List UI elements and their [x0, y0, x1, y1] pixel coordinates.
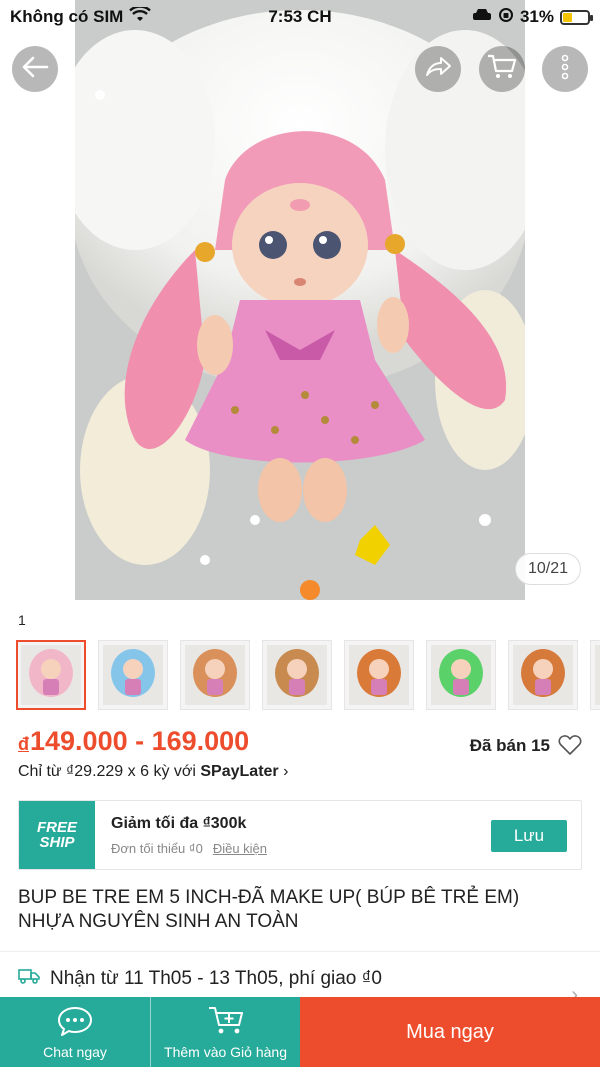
status-bar: Không có SIM 7:53 CH 31%: [0, 0, 600, 34]
chat-bubble-icon: [56, 1005, 94, 1040]
thumbnail-image: [431, 645, 491, 705]
selected-variant-number: 1: [18, 612, 26, 628]
paylater-prefix: Chỉ từ ₫29.229 x 6 kỳ với: [18, 763, 201, 780]
battery-icon: [560, 9, 593, 25]
thumbnail-image: [103, 645, 163, 705]
more-vertical-icon: [560, 54, 570, 85]
doll-illustration: [75, 0, 525, 600]
carrier-label: Không có SIM: [10, 7, 124, 26]
rotation-lock-icon: [498, 7, 514, 28]
add-to-cart-label: Thêm vào Giỏ hàng: [164, 1043, 287, 1060]
product-thumbnail[interactable]: [180, 640, 250, 710]
shipping-text: Nhận từ 11 Th05 - 13 Th05, phí giao ₫0: [50, 968, 382, 989]
chevron-right-icon: ›: [283, 763, 289, 780]
voucher-min-order: Đơn tối thiểu ₫0: [111, 841, 203, 856]
product-thumbnail[interactable]: [16, 640, 86, 710]
freeship-voucher: FREE SHIP Giảm tối đa ₫300k Đơn tối thiể…: [15, 800, 582, 870]
thumbnail-image: [185, 645, 245, 705]
chat-now-label: Chat ngay: [43, 1043, 107, 1060]
arrow-left-icon: [21, 55, 49, 84]
cart-icon: [487, 54, 517, 85]
thumbnail-image: [21, 645, 81, 705]
product-thumbnail[interactable]: [98, 640, 168, 710]
sold-count: Đã bán 15: [469, 736, 550, 755]
freeship-badge: FREE SHIP: [15, 801, 95, 869]
thumbnail-strip[interactable]: [16, 640, 600, 710]
shipping-info[interactable]: Nhận từ 11 Th05 - 13 Th05, phí giao ₫0: [18, 968, 382, 990]
thumbnail-image: [595, 645, 600, 705]
bottom-action-bar: Chat ngay Thêm vào Giỏ hàng Mua ngay: [0, 997, 600, 1067]
heart-icon: [558, 735, 582, 760]
add-to-cart-button[interactable]: Thêm vào Giỏ hàng: [150, 997, 300, 1067]
favorite-button[interactable]: [558, 734, 582, 756]
cart-button[interactable]: [479, 46, 525, 92]
status-right: 31%: [472, 7, 593, 28]
product-thumbnail[interactable]: [508, 640, 578, 710]
car-icon: [472, 7, 492, 27]
price: đ 149.000 - 169.000: [18, 726, 249, 757]
battery-percent: 31%: [519, 7, 554, 26]
product-photo[interactable]: [75, 0, 525, 600]
thumbnail-image: [349, 645, 409, 705]
product-thumbnail[interactable]: [344, 640, 414, 710]
freeship-line-2: SHIP: [39, 834, 75, 851]
back-button[interactable]: [12, 46, 58, 92]
product-thumbnail[interactable]: [262, 640, 332, 710]
product-thumbnail[interactable]: [426, 640, 496, 710]
paylater-brand: SPayLater: [200, 763, 279, 780]
currency-symbol: đ: [18, 734, 29, 754]
share-icon: [424, 55, 452, 84]
save-voucher-button[interactable]: Lưu: [491, 820, 567, 852]
product-gallery[interactable]: Không có SIM 7:53 CH 31% 10/21: [0, 0, 600, 600]
add-to-cart-icon: [207, 1005, 245, 1040]
truck-icon: [18, 968, 40, 990]
share-button[interactable]: [415, 46, 461, 92]
buy-now-button[interactable]: Mua ngay: [300, 997, 600, 1067]
freeship-line-1: FREE: [36, 819, 77, 836]
more-options-button[interactable]: [542, 46, 588, 92]
wifi-icon: [129, 4, 152, 28]
product-detail-page: Không có SIM 7:53 CH 31% 10/21 1 đ 149.0…: [0, 0, 600, 1067]
thumbnail-image: [513, 645, 573, 705]
thumbnail-image: [267, 645, 327, 705]
divider: [0, 951, 600, 952]
status-left: Không có SIM: [10, 4, 152, 28]
chat-now-button[interactable]: Chat ngay: [0, 997, 150, 1067]
price-range: 149.000 - 169.000: [30, 726, 250, 756]
product-thumbnail[interactable]: [590, 640, 600, 710]
image-counter: 10/21: [515, 553, 581, 585]
freeship-logo: FREE SHIP: [37, 820, 77, 850]
product-title: BUP BE TRE EM 5 INCH-ĐÃ MAKE UP( BÚP BÊ …: [18, 887, 520, 932]
voucher-terms-link[interactable]: Điều kiện: [213, 841, 267, 856]
paylater-link[interactable]: Chỉ từ ₫29.229 x 6 kỳ với SPayLater ›: [18, 763, 288, 781]
